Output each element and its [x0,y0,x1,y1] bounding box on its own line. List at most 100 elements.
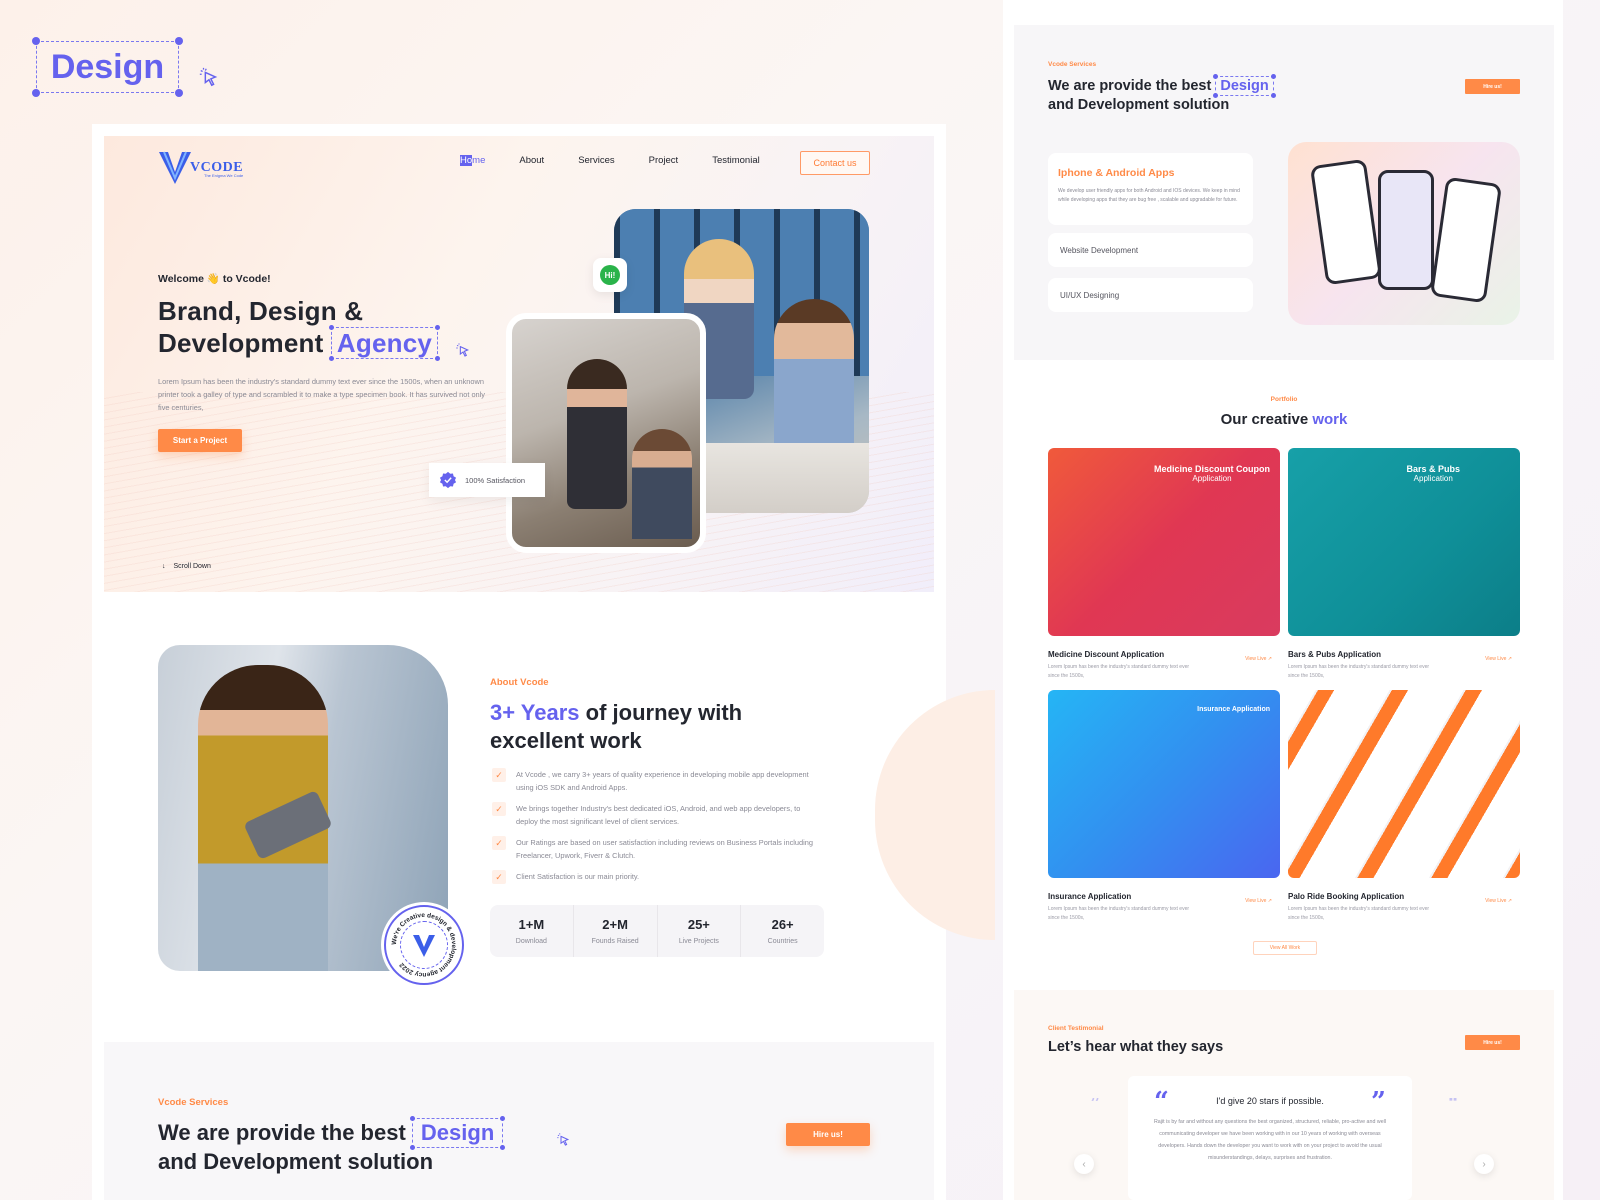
service-card-web[interactable]: Website Development [1048,233,1253,267]
project-image: Medicine Discount Coupon Application [1048,448,1280,636]
start-project-button[interactable]: Start a Project [158,429,242,452]
hero-title: Brand, Design & Development Agency [158,295,441,361]
design-highlight: Design [409,1116,506,1150]
view-live-link[interactable]: View Live ↗ [1245,656,1272,662]
resize-handle [32,89,40,97]
project-card[interactable]: Palo Ride Booking Application Lorem Ipsu… [1288,690,1520,923]
resize-handle [409,1145,415,1150]
resize-handle [328,356,334,361]
agency-highlight: Agency [328,325,441,361]
brand-tagline: The Enigma We Code [204,173,244,178]
hi-chat-bubble: Hi! [593,258,627,292]
project-card[interactable]: Bars & Pubs Application Bars & Pubs Appli… [1288,448,1520,681]
service-card-uiux[interactable]: UI/UX Designing [1048,278,1253,312]
nav-item-about[interactable]: About [519,154,544,168]
services-title: We are provide the best Design and Devel… [158,1116,506,1176]
cursor-click-icon [456,343,470,357]
agency-seal: We're Creative design & development agen… [384,905,464,985]
services-label: Vcode Services [1048,61,1097,68]
resize-handle [32,37,40,45]
services-label: Vcode Services [158,1097,229,1108]
check-icon: ✓ [492,870,506,884]
resize-handle [175,89,183,97]
list-item: ✓ Our Ratings are based on user satisfact… [492,836,822,862]
next-testimonial-button[interactable]: › [1474,1154,1494,1174]
list-item: ✓ At Vcode , we carry 3+ years of quality… [492,768,822,794]
view-all-work-button[interactable]: View All Work [1253,941,1317,955]
check-icon: ✓ [492,802,506,816]
portfolio-label: Portfolio [1270,396,1298,403]
hire-us-button[interactable]: Hire us! [1465,79,1520,94]
svg-text:We're Creative design & develo: We're Creative design & development agen… [391,912,457,978]
apps-showcase-image [1288,142,1520,325]
hire-us-button[interactable]: Hire us! [1465,1035,1520,1050]
about-title: 3+ Years of journey with excellent work [490,700,743,753]
seal-text: We're Creative design & development agen… [391,912,457,978]
about-points: ✓ At Vcode , we carry 3+ years of quality… [492,768,822,892]
quote-open-icon: “ [1154,1087,1169,1117]
hire-us-button[interactable]: Hire us! [786,1123,870,1146]
satisfaction-badge: 100% Satisfaction [429,463,545,497]
stat-countries: 26+ Countries [767,917,798,945]
resize-handle [409,1116,415,1121]
meeting-photo [506,313,706,553]
testimonial-card-next: “ [1448,1098,1458,1114]
main-nav: Home About Services Project Testimonial [460,154,794,168]
design-badge: Design [32,37,183,97]
chevron-left-icon: ‹ [1082,1158,1086,1170]
testimonial-body: Rajit is by far and without any question… [1153,1119,1386,1161]
resize-handle [435,325,441,330]
nav-item-services[interactable]: Services [578,154,614,168]
resize-handle [435,356,441,361]
cursor-click-icon [199,67,218,87]
design-highlight: Design [1213,74,1276,98]
service-card-apps[interactable]: Iphone & Android Apps We develop user fr… [1048,153,1253,225]
prev-testimonial-button[interactable]: ‹ [1074,1154,1094,1174]
testimonial-label: Client Testimonial [1048,1025,1104,1032]
list-item: ✓ We brings together Industry's best dedi… [492,802,822,828]
services-title: We are provide the best Design and Devel… [1048,74,1276,114]
project-image: Insurance Application [1048,690,1280,878]
testimonial-headline: I'd give 20 stars if possible. [1216,1096,1324,1106]
contact-us-button[interactable]: Contact us [800,151,870,175]
portfolio-title: Our creative work [1220,411,1348,428]
testimonial-card: “ ” I'd give 20 stars if possible. Rajit… [1128,1076,1412,1200]
project-card[interactable]: Medicine Discount Coupon Application Medi… [1048,448,1280,681]
stat-projects: 25+ Live Projects [658,905,742,957]
resize-handle [175,37,183,45]
about-label: About Vcode [490,677,549,688]
wave-emoji-icon: 👋 [206,273,220,285]
resize-handle [1270,74,1276,79]
testimonial-title: Let’s hear what they says [1048,1039,1224,1055]
scroll-down-link[interactable]: ↓ Scroll Down [162,563,211,570]
view-live-link[interactable]: View Live ↗ [1485,898,1512,904]
resize-handle [1270,93,1276,98]
cursor-click-icon [557,1133,570,1146]
check-icon: ✓ [492,768,506,782]
verified-badge-icon [439,471,457,489]
project-image: Bars & Pubs Application [1288,448,1520,636]
check-icon: ✓ [492,836,506,850]
nav-item-home[interactable]: Home [460,154,485,168]
view-live-link[interactable]: View Live ↗ [1245,898,1272,904]
vcode-logo-icon [159,151,191,184]
stats-bar: 1+M Download 2+M Founds Raised 25+ Live Pro… [490,905,824,957]
resize-handle [1213,74,1219,79]
testimonial-card-prev: ” [1090,1098,1100,1114]
welcome-text: Welcome 👋 to Vcode! [158,273,271,285]
nav-item-testimonial[interactable]: Testimonial [712,154,760,168]
arrow-down-icon: ↓ [162,563,166,570]
brand-logo[interactable]: VCODE The Enigma We Code [158,148,258,188]
chevron-right-icon: › [1482,1158,1486,1170]
view-live-link[interactable]: View Live ↗ [1485,656,1512,662]
list-item: ✓ Client Satisfaction is our main priorit… [492,870,822,884]
stat-downloads: 1+M Download [490,905,574,957]
hero-description: Lorem Ipsum has been the industry's stan… [158,377,486,412]
stat-funds: 2+M Founds Raised [574,905,658,957]
resize-handle [328,325,334,330]
nav-item-project[interactable]: Project [649,154,679,168]
design-badge-label: Design [50,47,165,86]
project-card[interactable]: Insurance Application Insurance Applicat… [1048,690,1280,923]
project-image [1288,690,1520,878]
quote-close-icon: ” [1371,1087,1386,1117]
